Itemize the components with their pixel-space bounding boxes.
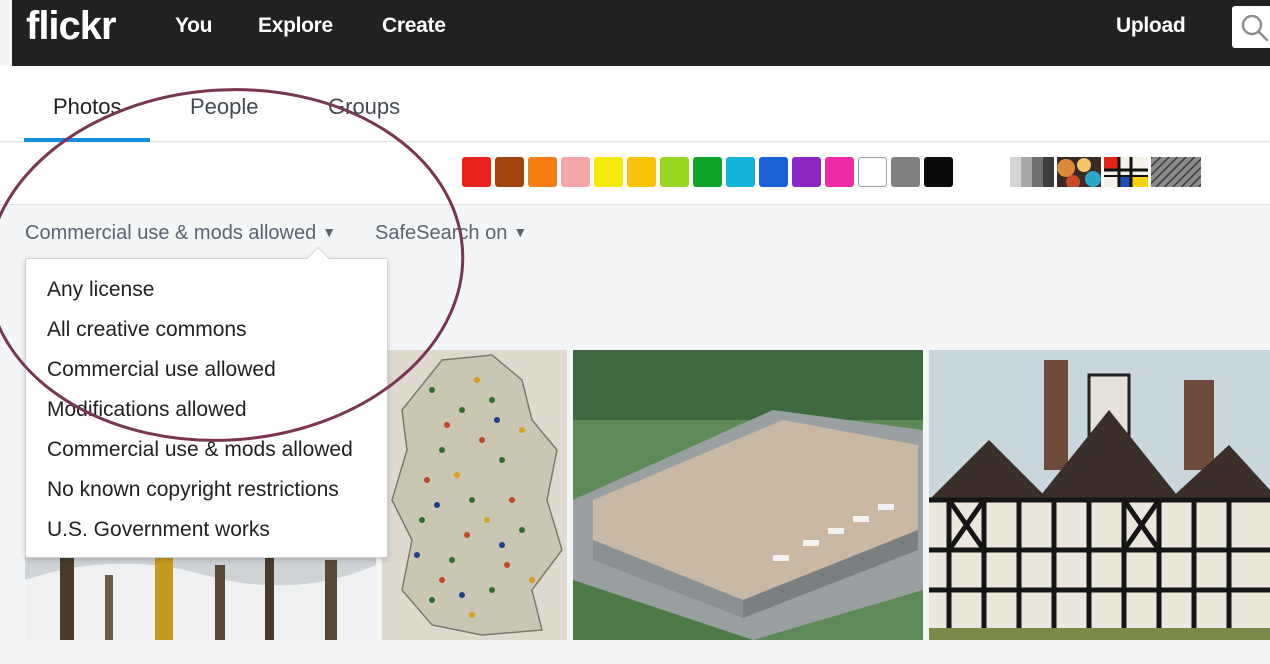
- photo-result-warehouse[interactable]: [573, 350, 923, 640]
- license-options-menu: Any license All creative commons Commerc…: [25, 246, 388, 558]
- tab-groups[interactable]: Groups: [328, 94, 400, 120]
- color-swatch[interactable]: [660, 157, 689, 187]
- top-navigation-bar: flickr You Explore Create Upload: [12, 0, 1270, 66]
- caret-down-icon: ▼: [513, 224, 528, 240]
- license-option-modifications[interactable]: Modifications allowed: [47, 398, 247, 422]
- license-option-no-known-restrictions[interactable]: No known copyright restrictions: [47, 478, 339, 502]
- license-option-us-government[interactable]: U.S. Government works: [47, 518, 270, 542]
- tab-people[interactable]: People: [190, 94, 259, 120]
- color-swatch[interactable]: [825, 157, 854, 187]
- search-button[interactable]: [1232, 6, 1270, 48]
- license-option-any[interactable]: Any license: [47, 278, 154, 302]
- license-filter-label: Commercial use & mods allowed: [25, 222, 317, 244]
- active-tab-indicator: [24, 138, 150, 142]
- color-swatch[interactable]: [528, 157, 557, 187]
- license-filter-dropdown[interactable]: Commercial use & mods allowed ▼: [25, 222, 336, 245]
- color-swatch[interactable]: [759, 157, 788, 187]
- safesearch-dropdown[interactable]: SafeSearch on ▼: [375, 222, 527, 245]
- search-type-tabs: Photos People Groups: [0, 66, 1270, 142]
- nav-you[interactable]: You: [175, 14, 213, 38]
- warehouse-aerial-image: [573, 350, 923, 640]
- color-swatch[interactable]: [858, 157, 887, 187]
- nav-explore[interactable]: Explore: [258, 14, 333, 38]
- color-swatch[interactable]: [693, 157, 722, 187]
- photo-result-germany-map[interactable]: [382, 350, 567, 640]
- photo-result-tudor-house[interactable]: [929, 350, 1270, 640]
- patterns-pattern[interactable]: [1151, 157, 1201, 187]
- flickr-search-page: flickr You Explore Create Upload Photos …: [0, 0, 1270, 664]
- license-option-commercial-use[interactable]: Commercial use allowed: [47, 358, 276, 382]
- color-filter-bar: [0, 143, 1270, 205]
- color-swatch[interactable]: [561, 157, 590, 187]
- flickr-logo[interactable]: flickr: [26, 4, 117, 48]
- black-and-white-pattern[interactable]: [1010, 157, 1054, 187]
- search-icon: [1241, 14, 1269, 42]
- minimalist-pattern[interactable]: [1104, 157, 1148, 187]
- germany-map-image: [382, 350, 567, 640]
- safesearch-label: SafeSearch on: [375, 222, 508, 244]
- color-swatch[interactable]: [594, 157, 623, 187]
- color-swatch[interactable]: [495, 157, 524, 187]
- color-swatch[interactable]: [792, 157, 821, 187]
- color-swatch[interactable]: [627, 157, 656, 187]
- shallow-depth-of-field-pattern[interactable]: [1057, 157, 1101, 189]
- upload-button[interactable]: Upload: [1116, 14, 1186, 38]
- tab-photos[interactable]: Photos: [53, 94, 122, 120]
- nav-create[interactable]: Create: [382, 14, 446, 38]
- license-option-all-creative-commons[interactable]: All creative commons: [47, 318, 247, 342]
- license-option-commercial-and-mods[interactable]: Commercial use & mods allowed: [47, 438, 353, 462]
- menu-pointer: [306, 246, 330, 270]
- color-swatch[interactable]: [726, 157, 755, 187]
- color-swatch[interactable]: [462, 157, 491, 187]
- color-swatch[interactable]: [924, 157, 953, 187]
- color-swatch[interactable]: [891, 157, 920, 187]
- tudor-house-image: [929, 350, 1270, 640]
- caret-down-icon: ▼: [322, 224, 337, 240]
